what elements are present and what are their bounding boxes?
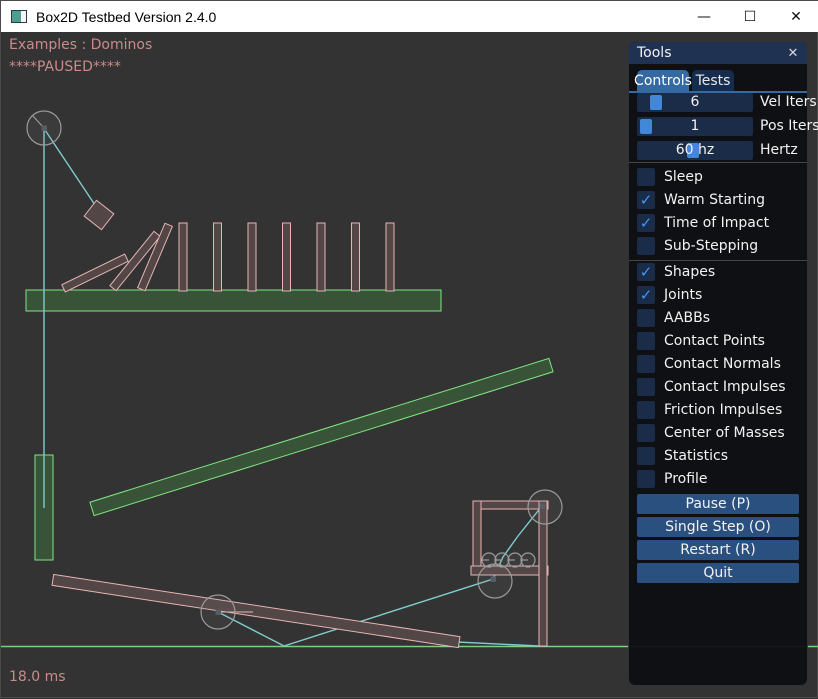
joint-anchor — [216, 610, 222, 616]
close-button[interactable]: ✕ — [773, 1, 818, 32]
checkbox-row-joints[interactable]: ✓ Joints — [637, 286, 807, 304]
hertz-value: 60 hz — [637, 141, 753, 160]
slider-row-pos-iters: 1 Pos Iters — [637, 117, 807, 136]
checkbox-label: Sub-Stepping — [664, 237, 758, 255]
tab-controls[interactable]: Controls — [637, 70, 689, 91]
hertz-label: Hertz — [760, 141, 798, 160]
restart-button[interactable]: Restart (R) — [637, 540, 799, 560]
checkbox-label: Friction Impulses — [664, 401, 782, 419]
seesaw-plank[interactable] — [52, 574, 460, 647]
panel-close-icon[interactable]: ✕ — [784, 44, 802, 62]
frame-left-post[interactable] — [473, 501, 481, 573]
checkbox-label: AABBs — [664, 309, 710, 327]
box2d-testbed-window: { "window": { "title": "Box2D Testbed Ve… — [0, 0, 818, 698]
example-label: Examples : Dominos — [9, 37, 152, 53]
checkbox-row-aabbs[interactable]: ✓ AABBs — [637, 309, 807, 327]
tools-panel-titlebar[interactable]: Tools ✕ — [629, 42, 807, 64]
joint-anchor — [491, 577, 497, 583]
checkbox[interactable]: ✓ — [637, 355, 655, 373]
vel-iters-label: Vel Iters — [760, 93, 817, 112]
checkbox-row-contact-points[interactable]: ✓ Contact Points — [637, 332, 807, 350]
checkbox-row-sleep[interactable]: ✓ Sleep — [637, 168, 807, 186]
domino-platform — [26, 290, 441, 311]
checkbox-row-contact-normals[interactable]: ✓ Contact Normals — [637, 355, 807, 373]
checkbox-label: Joints — [664, 286, 702, 304]
checkmark-icon: ✓ — [640, 263, 653, 281]
checkbox-row-warm-starting[interactable]: ✓ Warm Starting — [637, 191, 807, 209]
checkbox-row-friction-impulses[interactable]: ✓ Friction Impulses — [637, 401, 807, 419]
checkbox[interactable]: ✓ — [637, 424, 655, 442]
pause-button[interactable]: Pause (P) — [637, 494, 799, 514]
checkmark-icon: ✓ — [640, 191, 653, 209]
checkbox-label: Profile — [664, 470, 708, 488]
checkbox[interactable]: ✓ — [637, 237, 655, 255]
checkbox-label: Center of Masses — [664, 424, 785, 442]
joint-anchor — [540, 504, 546, 510]
window-title: Box2D Testbed Version 2.4.0 — [36, 9, 216, 25]
checkbox-label: Time of Impact — [664, 214, 769, 232]
checkbox[interactable]: ✓ — [637, 401, 655, 419]
separator — [629, 260, 807, 261]
checkbox[interactable]: ✓ — [637, 263, 655, 281]
domino[interactable] — [352, 223, 360, 291]
single-step-button[interactable]: Single Step (O) — [637, 517, 799, 537]
checkbox-label: Contact Points — [664, 332, 765, 350]
domino[interactable] — [317, 223, 325, 291]
domino[interactable] — [386, 223, 394, 291]
checkbox-row-center-of-masses[interactable]: ✓ Center of Masses — [637, 424, 807, 442]
checkbox[interactable]: ✓ — [637, 378, 655, 396]
checkbox-label: Statistics — [664, 447, 728, 465]
pos-iters-label: Pos Iters — [760, 117, 818, 136]
checkbox-row-time-of-impact[interactable]: ✓ Time of Impact — [637, 214, 807, 232]
joint-ground-link — [457, 642, 539, 646]
pendulum-bob[interactable] — [84, 200, 114, 229]
domino[interactable] — [248, 223, 256, 291]
checkmark-icon: ✓ — [640, 286, 653, 304]
vel-iters-value: 6 — [637, 93, 753, 112]
pos-iters-slider[interactable]: 1 — [637, 117, 753, 136]
minimize-button[interactable]: — — [681, 1, 727, 32]
domino[interactable] — [214, 223, 222, 291]
checkbox[interactable]: ✓ — [637, 470, 655, 488]
hertz-slider[interactable]: 60 hz — [637, 141, 753, 160]
checkbox[interactable]: ✓ — [637, 332, 655, 350]
checkbox[interactable]: ✓ — [637, 168, 655, 186]
tools-panel-title: Tools — [637, 45, 672, 61]
checkbox-label: Sleep — [664, 168, 703, 186]
slider-row-hertz: 60 hz Hertz — [637, 141, 807, 160]
checkbox-label: Contact Impulses — [664, 378, 786, 396]
pos-iters-value: 1 — [637, 117, 753, 136]
checkbox[interactable]: ✓ — [637, 286, 655, 304]
checkbox[interactable]: ✓ — [637, 214, 655, 232]
app-icon — [11, 10, 27, 23]
window-titlebar[interactable]: Box2D Testbed Version 2.4.0 — ☐ ✕ — [1, 1, 818, 32]
quit-button[interactable]: Quit — [637, 563, 799, 583]
tools-panel: Tools ✕ Controls Tests 6 Vel Iters 1 Pos… — [628, 41, 808, 686]
checkbox[interactable]: ✓ — [637, 191, 655, 209]
checkmark-icon: ✓ — [640, 214, 653, 232]
checkbox-label: Shapes — [664, 263, 715, 281]
checkbox-row-sub-stepping[interactable]: ✓ Sub-Stepping — [637, 237, 807, 255]
checkbox-row-shapes[interactable]: ✓ Shapes — [637, 263, 807, 281]
vel-iters-slider[interactable]: 6 — [637, 93, 753, 112]
checkbox-label: Contact Normals — [664, 355, 781, 373]
slider-row-vel-iters: 6 Vel Iters — [637, 93, 807, 112]
maximize-button[interactable]: ☐ — [727, 1, 773, 32]
checkbox-row-statistics[interactable]: ✓ Statistics — [637, 447, 807, 465]
checkbox-row-contact-impulses[interactable]: ✓ Contact Impulses — [637, 378, 807, 396]
checkbox[interactable]: ✓ — [637, 447, 655, 465]
checkbox[interactable]: ✓ — [637, 309, 655, 327]
separator — [629, 162, 807, 163]
domino[interactable] — [179, 223, 187, 291]
checkbox-row-profile[interactable]: ✓ Profile — [637, 470, 807, 488]
diagonal-green-plank — [90, 358, 553, 515]
checkbox-label: Warm Starting — [664, 191, 765, 209]
joint-anchor — [42, 126, 48, 132]
tab-tests[interactable]: Tests — [692, 70, 734, 91]
frame-time-label: 18.0 ms — [9, 669, 66, 685]
domino[interactable] — [283, 223, 291, 291]
paused-label: ****PAUSED**** — [9, 59, 121, 75]
